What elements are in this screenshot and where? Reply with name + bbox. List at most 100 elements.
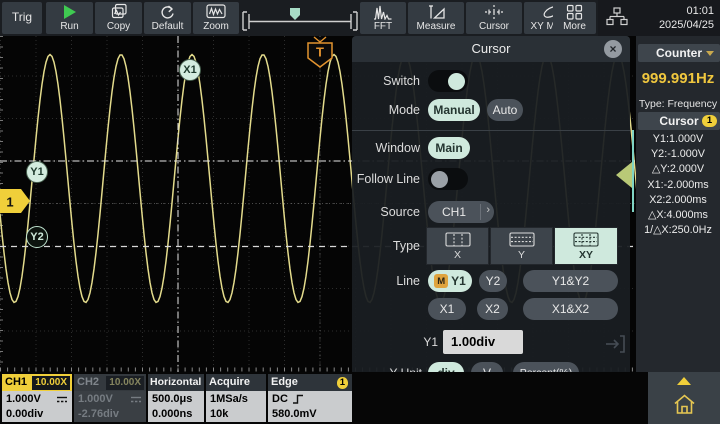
window-label: Window [358,141,420,155]
svg-text:1: 1 [6,195,13,210]
dc-coupling-icon [56,395,68,404]
horizontal-position-slider[interactable] [240,0,360,36]
manual-badge: M [434,274,448,288]
clock-time: 01:01 [659,4,714,18]
run-button[interactable]: Run [46,2,93,34]
x1-cursor-handle[interactable]: X1 [179,59,201,81]
source-value: CH1 [442,205,466,219]
type-xy-button[interactable]: XY [554,227,618,265]
measure-label: Measure [417,21,456,32]
close-icon[interactable]: × [604,40,622,58]
type-x-button[interactable]: X [426,227,489,265]
mode-label: Mode [358,103,420,117]
home-icon[interactable] [672,392,697,421]
line-label: Line [358,274,420,288]
ch1-attenuation: 10.00X [32,376,70,390]
copy-label: Copy [107,21,130,32]
copy-icon [110,2,128,21]
line-x2-button[interactable]: X2 [477,298,508,320]
y-unit-v-button[interactable]: V [471,362,503,372]
copy-button[interactable]: Copy [95,2,142,34]
cursor-dialog: Cursor × Switch Mode Manual Auto Window … [352,36,630,372]
source-select[interactable]: CH1 › [428,201,494,223]
trigger-source-badge: 1 [337,377,348,389]
zoom-button[interactable]: Zoom [193,2,239,34]
type-y-button[interactable]: Y [490,227,553,265]
horizontal-title: Horizontal [148,374,204,391]
y1-cursor-handle[interactable]: Y1 [26,161,48,183]
panel-collapse-arrow[interactable] [616,162,632,188]
type-button-group: X Y XY [426,227,618,265]
trigger-level: 580.0mV [272,407,348,422]
fft-icon [373,2,393,21]
right-readout-panel: Counter 999.991Hz Type: Frequency Cursor… [636,36,720,372]
cursor-readout-list: Y1:1.000V Y2:-1.000V △Y:2.000V X1:-2.000… [636,132,720,238]
enter-icon[interactable] [604,332,628,361]
default-button[interactable]: Default [144,2,191,34]
mode-auto-button[interactable]: Auto [487,99,523,121]
zoom-label: Zoom [203,21,229,32]
chevron-right-icon: › [486,204,490,216]
dialog-titlebar[interactable]: Cursor × [352,36,630,62]
switch-toggle[interactable] [428,70,468,92]
y1-value-label: Y1 [414,335,438,349]
fft-button[interactable]: FFT [360,2,406,34]
readout-1overdx: 1/△X:250.0Hz [636,223,720,238]
measure-icon [427,2,446,21]
network-icon[interactable] [606,7,628,32]
type-y-icon [509,232,535,247]
type-label: Type [358,239,420,253]
ch2-attenuation: 10.00X [106,376,144,390]
dc-coupling-icon [130,395,142,404]
source-label: Source [358,205,420,219]
acquire-block[interactable]: Acquire 1MSa/s 10k [206,374,266,422]
rising-edge-icon [292,393,304,405]
y-unit-percent-button[interactable]: Percent(%) [513,362,579,372]
svg-text:T: T [316,45,324,60]
trig-button[interactable]: Trig [2,2,42,34]
readout-x1: X1:-2.000ms [636,178,720,193]
line-y2-button[interactable]: Y2 [479,270,507,292]
window-main-button[interactable]: Main [428,137,470,159]
line-x1-button[interactable]: X1 [428,298,466,320]
type-x-icon [445,232,471,247]
ch1-name: CH1 [5,376,27,388]
cursor-readout-header[interactable]: Cursor 1 [638,112,720,130]
ch1-position-flag[interactable]: 1 [0,188,32,219]
expand-up-icon[interactable] [677,377,691,385]
line-x1x2-button[interactable]: X1&X2 [523,298,618,320]
counter-type: Type: Frequency [636,98,720,110]
follow-line-toggle[interactable] [428,168,468,190]
system-status-area: 01:01 2025/04/25 [598,0,720,36]
line-y1y2-button[interactable]: Y1&Y2 [523,270,618,292]
ch1-scale: 1.000V [6,392,41,407]
y1-value-input[interactable]: 1.00div [443,330,523,354]
y-unit-div-button[interactable]: div [428,362,464,372]
ch1-block[interactable]: CH1 10.00X 1.000V 0.00div [2,374,72,422]
horizontal-block[interactable]: Horizontal 500.0μs 0.000ns [148,374,204,422]
sample-rate: 1MSa/s [210,392,262,407]
trigger-block[interactable]: Edge 1 DC 580.0mV [268,374,352,422]
trigger-time-marker[interactable]: T [304,36,336,75]
oscilloscope-screen: Trig Run Copy [0,0,720,424]
default-label: Default [152,21,184,32]
line-y1-button[interactable]: M Y1 [428,270,472,292]
y2-cursor-handle[interactable]: Y2 [26,226,48,248]
channel-badge: 1 [702,115,717,127]
switch-knob [448,73,465,90]
mode-manual-button[interactable]: Manual [428,99,480,121]
memory-depth: 10k [210,407,262,422]
cursor-button[interactable]: Cursor [466,2,522,34]
bottom-status-bar: CH1 10.00X 1.000V 0.00div CH2 10.00X 1 [0,372,720,424]
switch-label: Switch [358,74,420,88]
cursor-label: Cursor [479,21,509,32]
counter-header[interactable]: Counter [638,44,720,62]
readout-y1: Y1:1.000V [636,132,720,147]
readout-x2: X2:2.000ms [636,193,720,208]
clock-date: 2025/04/25 [659,18,714,32]
more-grid-icon [566,2,583,21]
more-button[interactable]: More [553,2,596,34]
measure-button[interactable]: Measure [408,2,464,34]
acquire-title: Acquire [206,374,266,391]
ch2-block[interactable]: CH2 10.00X 1.000V -2.76div [74,374,146,422]
